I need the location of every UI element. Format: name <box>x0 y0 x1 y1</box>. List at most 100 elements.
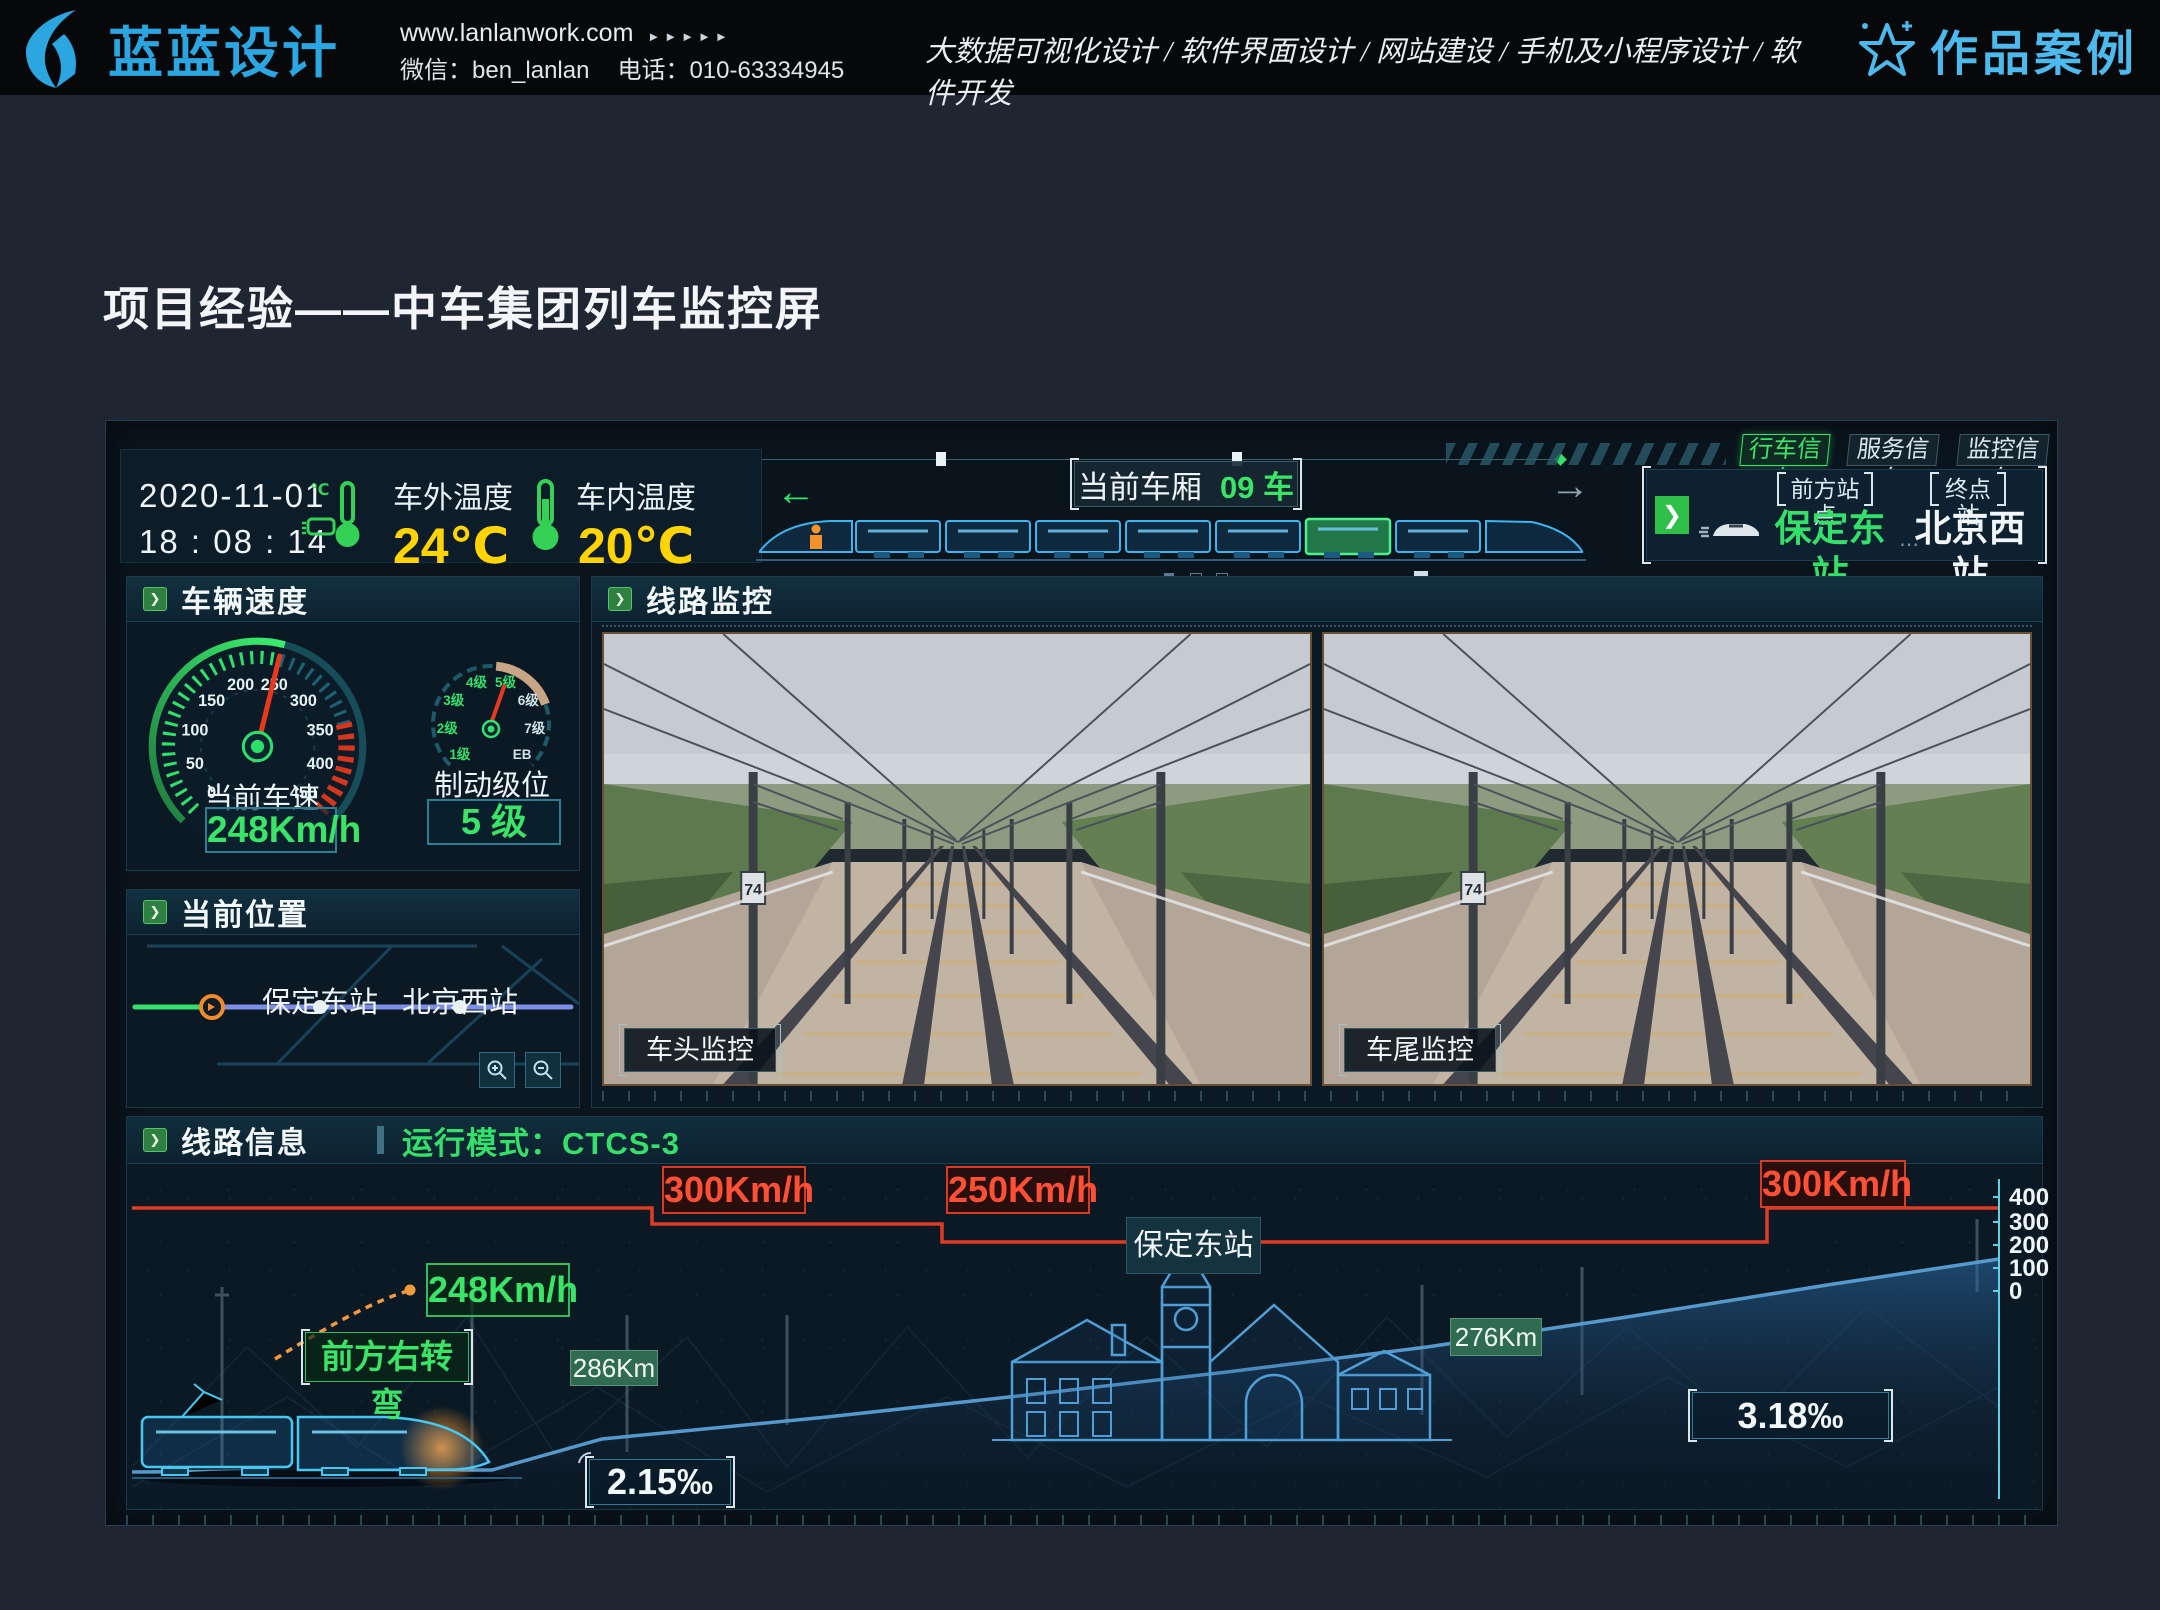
wechat: 微信：ben_lanlan <box>400 57 589 84</box>
portfolio-link[interactable]: 作品案例 <box>1856 14 2138 84</box>
zoom-out-icon <box>532 1059 554 1081</box>
gauge-tick: 50 <box>186 755 204 773</box>
brake-tick: EB <box>513 747 532 762</box>
tab-driving-info[interactable]: 行车信息 <box>1739 434 1830 466</box>
tab-service-info[interactable]: 服务信息 <box>1846 434 1939 466</box>
station-expand-button[interactable]: ❯ <box>1655 496 1689 534</box>
speed-limit-label-3: 300Km/h <box>1760 1160 1906 1208</box>
panel-chevron-icon: ❯ <box>143 1128 167 1152</box>
prev-car-arrow[interactable]: ← <box>776 477 816 507</box>
brake-value: 5 级 <box>427 799 561 845</box>
terminal-label: 终点站 <box>1935 476 2001 502</box>
brake-gauge: 1级 2级 3级 4级 5级 6级 7级 EB <box>415 649 567 779</box>
next-station-value: 保定东站 <box>1759 506 1901 552</box>
page-title: 项目经验——中车集团列车监控屏 <box>103 273 823 339</box>
outside-temp-value: 24℃ <box>393 517 509 575</box>
speed-panel-header: ❯ 车辆速度 <box>127 577 579 622</box>
camera-rear-label: 车尾监控 <box>1344 1028 1496 1072</box>
highlighted-car-09[interactable] <box>1306 519 1390 554</box>
station-panel: ❯ 前方站点 保定东站 ⋯ 终点站 北京西站 <box>1646 469 2043 561</box>
monitor-panel: ❯ 线路监控 <box>591 576 2043 1108</box>
site-header: 蓝蓝设计 www.lanlanwork.com ►►►►► 微信：ben_lanl… <box>0 0 2160 95</box>
train-diagram[interactable] <box>756 505 1586 569</box>
tab-monitor-info[interactable]: 监控信息 <box>1956 434 2049 466</box>
brake-tick: 1级 <box>449 746 471 762</box>
speed-panel: ❯ 车辆速度 0 50 100 <box>126 576 580 871</box>
line-panel-title: 线路信息 <box>181 1118 377 1162</box>
inside-temp-value: 20℃ <box>578 517 694 575</box>
website: www.lanlanwork.com <box>400 19 633 47</box>
brake-tick: 7级 <box>524 720 546 736</box>
brake-tick: 6级 <box>518 692 540 708</box>
turn-warning: 前方右转弯 <box>305 1332 469 1382</box>
speed-panel-title: 车辆速度 <box>181 577 309 621</box>
hsr-train-icon <box>1699 518 1761 544</box>
gauge-tick: 300 <box>290 692 317 710</box>
datetime: 2020-11-01 18 : 08 : 14 <box>139 473 328 565</box>
arrow-decoration: ►►►►► <box>647 29 731 44</box>
time: 18 : 08 : 14 <box>139 519 328 565</box>
gauge-tick: 400 <box>307 755 334 773</box>
panel-chevron-icon: ❯ <box>143 900 167 924</box>
camera-front-label: 车头监控 <box>624 1028 776 1072</box>
map-zoom-out-button[interactable] <box>525 1052 561 1088</box>
phone: 电话：010-63334945 <box>617 57 844 84</box>
speed-limit-label-1: 300Km/h <box>662 1166 806 1214</box>
station-chip: 保定东站 <box>1126 1217 1261 1274</box>
dotted-divider <box>602 625 2032 627</box>
km-marker-276: 276Km <box>1450 1318 1542 1356</box>
panel-chevron-icon: ❯ <box>143 587 167 611</box>
gradient-chip-215: 2.15‰ <box>589 1459 731 1505</box>
train-illustration <box>132 1384 522 1490</box>
header-contact: www.lanlanwork.com ►►►►► 微信：ben_lanlan 电话：… <box>400 16 844 88</box>
dashboard-footer-ruler <box>126 1515 2041 1525</box>
monitor-panel-header: ❯ 线路监控 <box>592 577 2042 622</box>
current-speed-chip: 248Km/h <box>426 1263 570 1317</box>
dashboard-topbar: 2020-11-01 18 : 08 : 14 ℃ 车外温度 24℃ 车内温度 … <box>106 421 2057 569</box>
line-panel-header: ❯ 线路信息 运行模式：CTCS-3 <box>127 1117 2042 1164</box>
monitor-panel-title: 线路监控 <box>646 577 774 621</box>
attendant-icon <box>810 525 822 550</box>
logo-text: 蓝蓝设计 <box>108 8 340 88</box>
page: 蓝蓝设计 www.lanlanwork.com ►►►►► 微信：ben_lanl… <box>0 0 2160 1610</box>
terminal-value: 北京西站 <box>1899 506 2041 552</box>
camera-front-view[interactable]: 车头监控 <box>602 632 1312 1086</box>
train-monitor-dashboard: 2020-11-01 18 : 08 : 14 ℃ 车外温度 24℃ 车内温度 … <box>105 420 2058 1526</box>
current-speed-value: 248Km/h <box>205 807 337 853</box>
inside-temp-icon <box>526 477 566 557</box>
next-car-arrow[interactable]: → <box>1550 471 1590 501</box>
brake-tick: 2级 <box>437 720 459 736</box>
panel-chevron-icon: ❯ <box>608 587 632 611</box>
zoom-in-icon <box>486 1059 508 1081</box>
km-marker-286: 286Km <box>570 1350 658 1386</box>
map-station-1: 保定东站 <box>245 986 395 1020</box>
brake-tick: 3级 <box>443 692 465 708</box>
svg-text:℃: ℃ <box>310 482 329 499</box>
services-list: 大数据可视化设计 / 软件界面设计 / 网站建设 / 手机及小程序设计 / 软件… <box>925 28 1805 112</box>
position-panel: ❯ 当前位置 保定东站 北京西站 <box>126 889 580 1108</box>
map-zoom-in-button[interactable] <box>479 1052 515 1088</box>
operation-mode: 运行模式：CTCS-3 <box>402 1118 680 1163</box>
brake-label: 制动级位 <box>417 762 567 804</box>
logo: 蓝蓝设计 <box>18 6 340 90</box>
portfolio-label: 作品案例 <box>1930 14 2138 84</box>
next-station-label: 前方站点 <box>1782 476 1868 502</box>
gradient-chip-318: 3.18‰ <box>1692 1392 1889 1439</box>
gauge-tick: 100 <box>181 721 208 739</box>
gauge-tick: 150 <box>198 692 225 710</box>
divider <box>377 1126 384 1154</box>
position-panel-title: 当前位置 <box>181 890 309 934</box>
speed-limit-label-2: 250Km/h <box>946 1166 1090 1214</box>
inside-temp-label: 车内温度 <box>576 473 696 517</box>
rear-camera-scene <box>1324 634 2030 1084</box>
date: 2020-11-01 <box>139 473 328 519</box>
monitor-ruler <box>602 1091 2032 1101</box>
current-car-label: 当前车厢 <box>1078 462 1202 507</box>
front-camera-scene <box>604 634 1310 1084</box>
outside-temp-icon: ℃ <box>302 477 372 557</box>
position-panel-header: ❯ 当前位置 <box>127 890 579 935</box>
gauge-tick: 200 <box>227 676 254 694</box>
star-icon <box>1856 17 1918 81</box>
camera-rear-view[interactable]: 车尾监控 <box>1322 632 2032 1086</box>
current-car-value: 09 车 <box>1220 462 1294 507</box>
